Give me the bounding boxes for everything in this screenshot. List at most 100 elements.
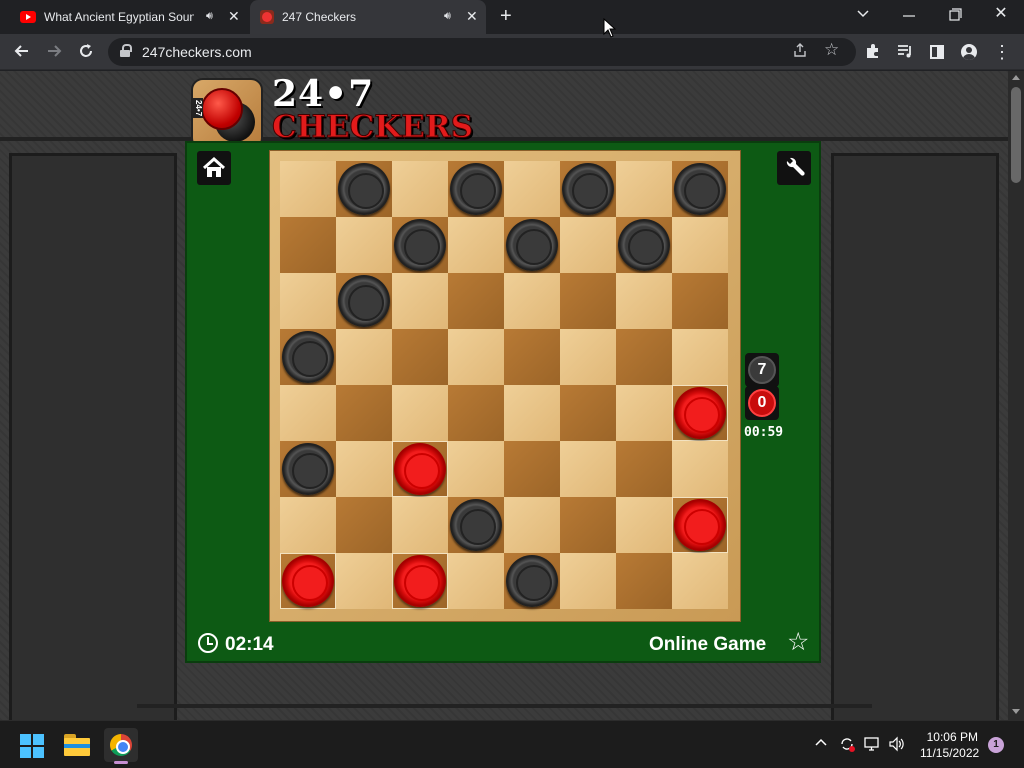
board-square[interactable] [280,497,336,553]
forward-arrow-icon[interactable] [43,42,65,65]
taskbar-clock[interactable]: 10:06 PM 11/15/2022 [920,729,979,761]
file-explorer-icon[interactable] [64,734,90,756]
site-logo-icon[interactable]: 24•7 [191,78,263,150]
windows-start-icon[interactable] [20,734,44,758]
board-square[interactable] [504,329,560,385]
board-square[interactable] [616,497,672,553]
scroll-down-arrow-icon[interactable] [1012,709,1020,714]
black-checker-piece[interactable] [282,331,334,383]
board-square[interactable] [672,441,728,497]
tray-chevron-up-icon[interactable] [814,735,828,750]
board-square[interactable] [560,329,616,385]
chrome-taskbar-icon[interactable] [104,728,138,762]
red-checker-piece[interactable] [394,555,446,607]
extensions-puzzle-icon[interactable] [862,42,884,65]
board-square[interactable] [560,217,616,273]
share-icon[interactable] [792,42,808,61]
red-checker-piece[interactable] [282,555,334,607]
black-checker-piece[interactable] [450,499,502,551]
board-square[interactable] [336,553,392,609]
network-icon[interactable] [863,735,881,756]
tab-search-chevron-icon[interactable] [849,6,877,22]
restore-button[interactable] [941,4,969,27]
close-window-button[interactable]: ✕ [987,3,1015,23]
board-square[interactable] [504,497,560,553]
board-square[interactable] [392,161,448,217]
side-panel-icon[interactable] [926,42,948,64]
page-scrollbar[interactable] [1008,71,1024,720]
address-bar[interactable]: 247checkers.com ☆ [108,38,856,66]
board-square[interactable] [448,441,504,497]
board-square[interactable] [336,497,392,553]
board-square[interactable] [616,441,672,497]
back-arrow-icon[interactable] [11,42,33,65]
tab-youtube[interactable]: What Ancient Egyptian Soun 🔊︎ ✕ [8,0,248,34]
board-square[interactable] [504,441,560,497]
board-square[interactable] [336,329,392,385]
board-square[interactable] [392,273,448,329]
board-square[interactable] [392,329,448,385]
board-square[interactable] [616,329,672,385]
black-checker-piece[interactable] [674,163,726,215]
black-checker-piece[interactable] [450,163,502,215]
new-tab-button[interactable]: + [500,5,512,27]
red-checker-piece[interactable] [394,443,446,495]
board-square[interactable] [448,553,504,609]
minimize-button[interactable] [895,4,923,27]
logo-wordmark[interactable]: CHECKERS [272,109,474,146]
board-square[interactable] [280,161,336,217]
board-square[interactable] [672,217,728,273]
board-square[interactable] [280,385,336,441]
volume-icon[interactable] [888,735,906,756]
board-square[interactable] [616,273,672,329]
close-tab-icon[interactable]: ✕ [466,8,478,25]
url-text[interactable]: 247checkers.com [142,44,252,60]
profile-avatar-icon[interactable] [958,42,980,65]
board-square[interactable] [504,273,560,329]
board-square[interactable] [672,329,728,385]
settings-button[interactable] [777,151,811,185]
bookmark-star-icon[interactable]: ☆ [824,40,839,60]
board-square[interactable] [336,441,392,497]
checkers-board[interactable] [280,161,730,611]
board-square[interactable] [392,385,448,441]
speaker-icon[interactable]: 🔊︎ [444,10,451,23]
black-checker-piece[interactable] [282,443,334,495]
lock-icon[interactable] [120,44,132,57]
black-checker-piece[interactable] [338,275,390,327]
board-square[interactable] [672,273,728,329]
board-square[interactable] [336,385,392,441]
board-square[interactable] [560,497,616,553]
board-square[interactable] [616,161,672,217]
media-control-icon[interactable] [894,42,916,65]
board-square[interactable] [616,553,672,609]
favorite-star-icon[interactable]: ☆ [787,627,809,657]
board-square[interactable] [448,217,504,273]
board-square[interactable] [560,441,616,497]
red-checker-piece[interactable] [674,387,726,439]
notification-badge[interactable]: 1 [988,737,1004,753]
black-checker-piece[interactable] [562,163,614,215]
black-checker-piece[interactable] [506,555,558,607]
board-square[interactable] [392,497,448,553]
board-square[interactable] [616,385,672,441]
board-square[interactable] [672,553,728,609]
board-square[interactable] [560,273,616,329]
black-checker-piece[interactable] [394,219,446,271]
home-button[interactable] [197,151,231,185]
scroll-thumb[interactable] [1011,87,1021,183]
board-square[interactable] [336,217,392,273]
red-checker-piece[interactable] [674,499,726,551]
board-square[interactable] [504,161,560,217]
board-square[interactable] [280,217,336,273]
board-square[interactable] [448,273,504,329]
close-tab-icon[interactable]: ✕ [228,8,240,25]
board-square[interactable] [560,553,616,609]
black-checker-piece[interactable] [338,163,390,215]
black-checker-piece[interactable] [506,219,558,271]
black-checker-piece[interactable] [618,219,670,271]
board-square[interactable] [280,273,336,329]
board-square[interactable] [448,385,504,441]
board-square[interactable] [560,385,616,441]
reload-icon[interactable] [75,42,97,65]
